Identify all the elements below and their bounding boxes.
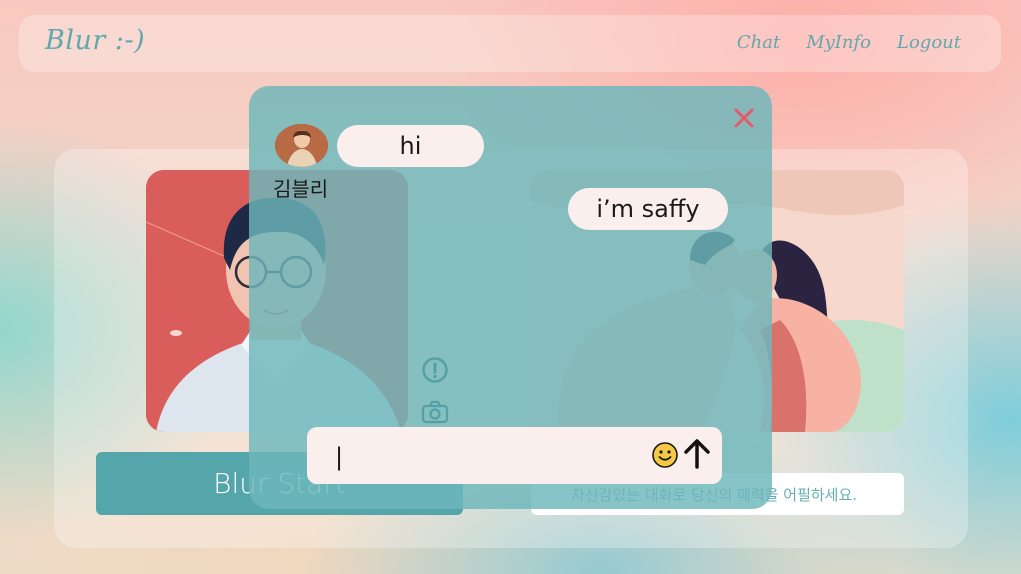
partner-name: 김블리 xyxy=(273,177,329,201)
nav-links: Chat MyInfo Logout xyxy=(737,32,961,53)
smiley-icon[interactable] xyxy=(651,441,679,469)
message-input-bar xyxy=(307,427,722,484)
close-icon[interactable] xyxy=(731,105,757,131)
camera-icon[interactable] xyxy=(421,400,449,424)
arrow-up-icon[interactable] xyxy=(681,437,713,471)
top-navbar: Blur :-) Chat MyInfo Logout xyxy=(19,15,1001,72)
alert-icon[interactable] xyxy=(421,356,449,384)
nav-link-chat[interactable]: Chat xyxy=(737,32,780,53)
message-input[interactable] xyxy=(333,439,637,475)
message-bubble-sent: i’m saffy xyxy=(568,188,728,230)
message-bubble-received: hi xyxy=(337,125,484,167)
partner-avatar[interactable] xyxy=(275,124,328,167)
nav-link-myinfo[interactable]: MyInfo xyxy=(806,32,871,53)
app-logo[interactable]: Blur :-) xyxy=(45,25,145,56)
nav-link-logout[interactable]: Logout xyxy=(897,32,961,53)
